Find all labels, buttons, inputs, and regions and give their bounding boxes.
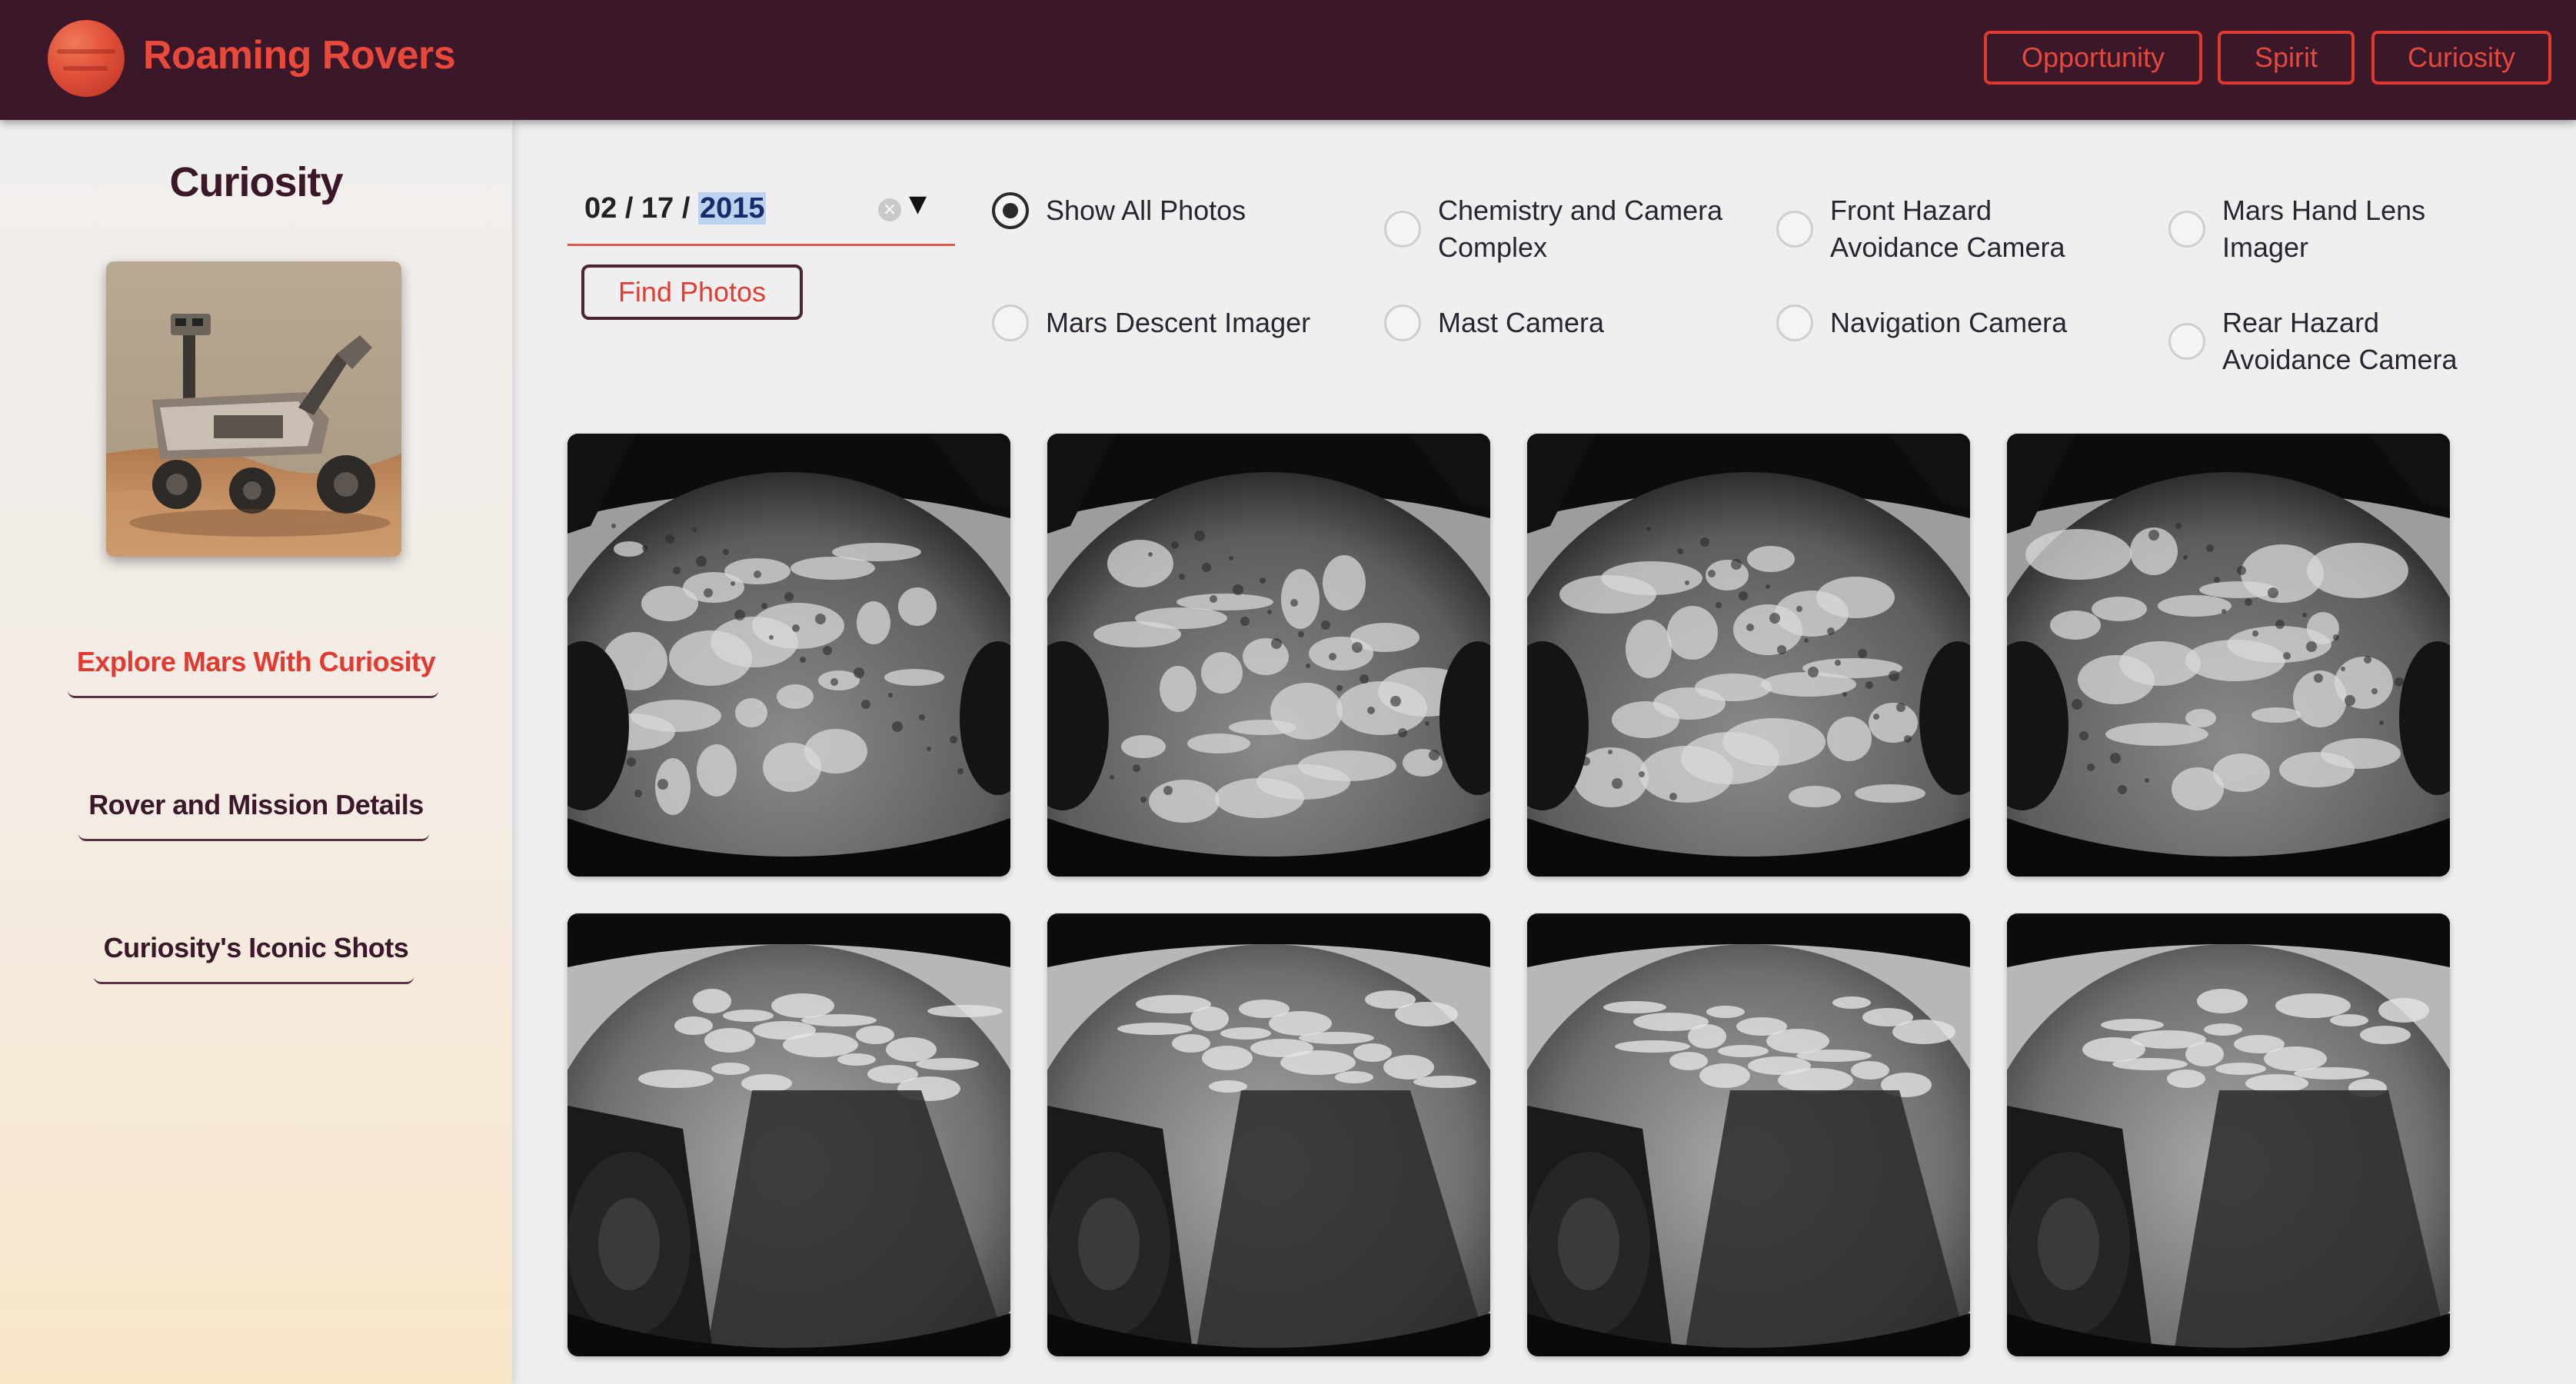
rover-photo-1[interactable] <box>567 434 1010 877</box>
radio-button[interactable] <box>1384 304 1421 341</box>
brand-title[interactable]: Roaming Rovers <box>143 32 456 78</box>
camera-option-label: Show All Photos <box>1046 195 1246 226</box>
camera-option-label: Mars Hand Lens Imager <box>2222 195 2426 263</box>
camera-option-mast[interactable]: Mast Camera <box>1384 304 1604 341</box>
radio-button[interactable] <box>1776 211 1813 248</box>
mars-planet-icon[interactable] <box>48 20 125 97</box>
radio-button[interactable] <box>2168 211 2205 248</box>
rover-photo-3[interactable] <box>1527 434 1970 877</box>
sidebar-link-rover-details-underline <box>78 833 429 841</box>
sidebar-link-explore-underline <box>68 690 438 698</box>
clear-date-icon[interactable]: × <box>878 198 901 221</box>
top-nav-bar: Roaming Rovers Opportunity Spirit Curios… <box>0 0 2576 120</box>
sidebar-link-iconic-shots-underline <box>94 976 414 984</box>
date-picker-input[interactable]: 02 / 17 / 2015 × ▼ <box>567 175 955 246</box>
radio-button[interactable] <box>1384 211 1421 248</box>
camera-option-all[interactable]: Show All Photos <box>992 192 1246 229</box>
rover-name-heading: Curiosity <box>169 159 343 205</box>
rover-photo-5[interactable] <box>567 913 1010 1356</box>
camera-option-chemcam[interactable]: Chemistry and Camera Complex <box>1384 192 1722 266</box>
nav-curiosity-button[interactable]: Curiosity <box>2371 31 2551 85</box>
radio-button[interactable] <box>2168 323 2205 360</box>
camera-option-mardi[interactable]: Mars Descent Imager <box>992 304 1310 341</box>
find-photos-button[interactable]: Find Photos <box>581 264 803 320</box>
rover-photo-7[interactable] <box>1527 913 1970 1356</box>
rover-photo-8[interactable] <box>2007 913 2450 1356</box>
camera-option-label: Mars Descent Imager <box>1046 307 1311 338</box>
camera-option-rhaz[interactable]: Rear Hazard Avoidance Camera <box>2168 304 2458 378</box>
camera-option-mahli[interactable]: Mars Hand Lens Imager <box>2168 192 2425 266</box>
rover-selfie-image <box>106 261 401 557</box>
radio-button[interactable] <box>992 192 1029 229</box>
sidebar-link-explore[interactable]: Explore Mars With Curiosity <box>0 646 512 678</box>
radio-button[interactable] <box>1776 304 1813 341</box>
nav-opportunity-button[interactable]: Opportunity <box>1984 31 2202 85</box>
camera-option-label: Chemistry and Camera Complex <box>1438 195 1723 263</box>
camera-option-label: Rear Hazard Avoidance Camera <box>2222 307 2458 375</box>
rover-photo-6[interactable] <box>1047 913 1490 1356</box>
sidebar-link-rover-details[interactable]: Rover and Mission Details <box>0 789 512 821</box>
calendar-dropdown-icon[interactable]: ▼ <box>909 191 927 218</box>
camera-option-label: Front Hazard Avoidance Camera <box>1830 195 2065 263</box>
camera-option-label: Mast Camera <box>1438 307 1605 338</box>
date-value[interactable]: 02 / 17 / 2015 <box>584 192 767 225</box>
sidebar: Curiosity Explore Mars With Curiosity Ro… <box>0 120 512 1384</box>
camera-option-navcam[interactable]: Navigation Camera <box>1776 304 2067 341</box>
rover-photo-4[interactable] <box>2007 434 2450 877</box>
camera-option-label: Navigation Camera <box>1830 307 2068 338</box>
rover-photo-2[interactable] <box>1047 434 1490 877</box>
radio-button[interactable] <box>992 304 1029 341</box>
camera-option-fhaz[interactable]: Front Hazard Avoidance Camera <box>1776 192 2065 266</box>
sidebar-link-iconic-shots[interactable]: Curiosity's Iconic Shots <box>0 932 512 964</box>
nav-spirit-button[interactable]: Spirit <box>2218 31 2355 85</box>
